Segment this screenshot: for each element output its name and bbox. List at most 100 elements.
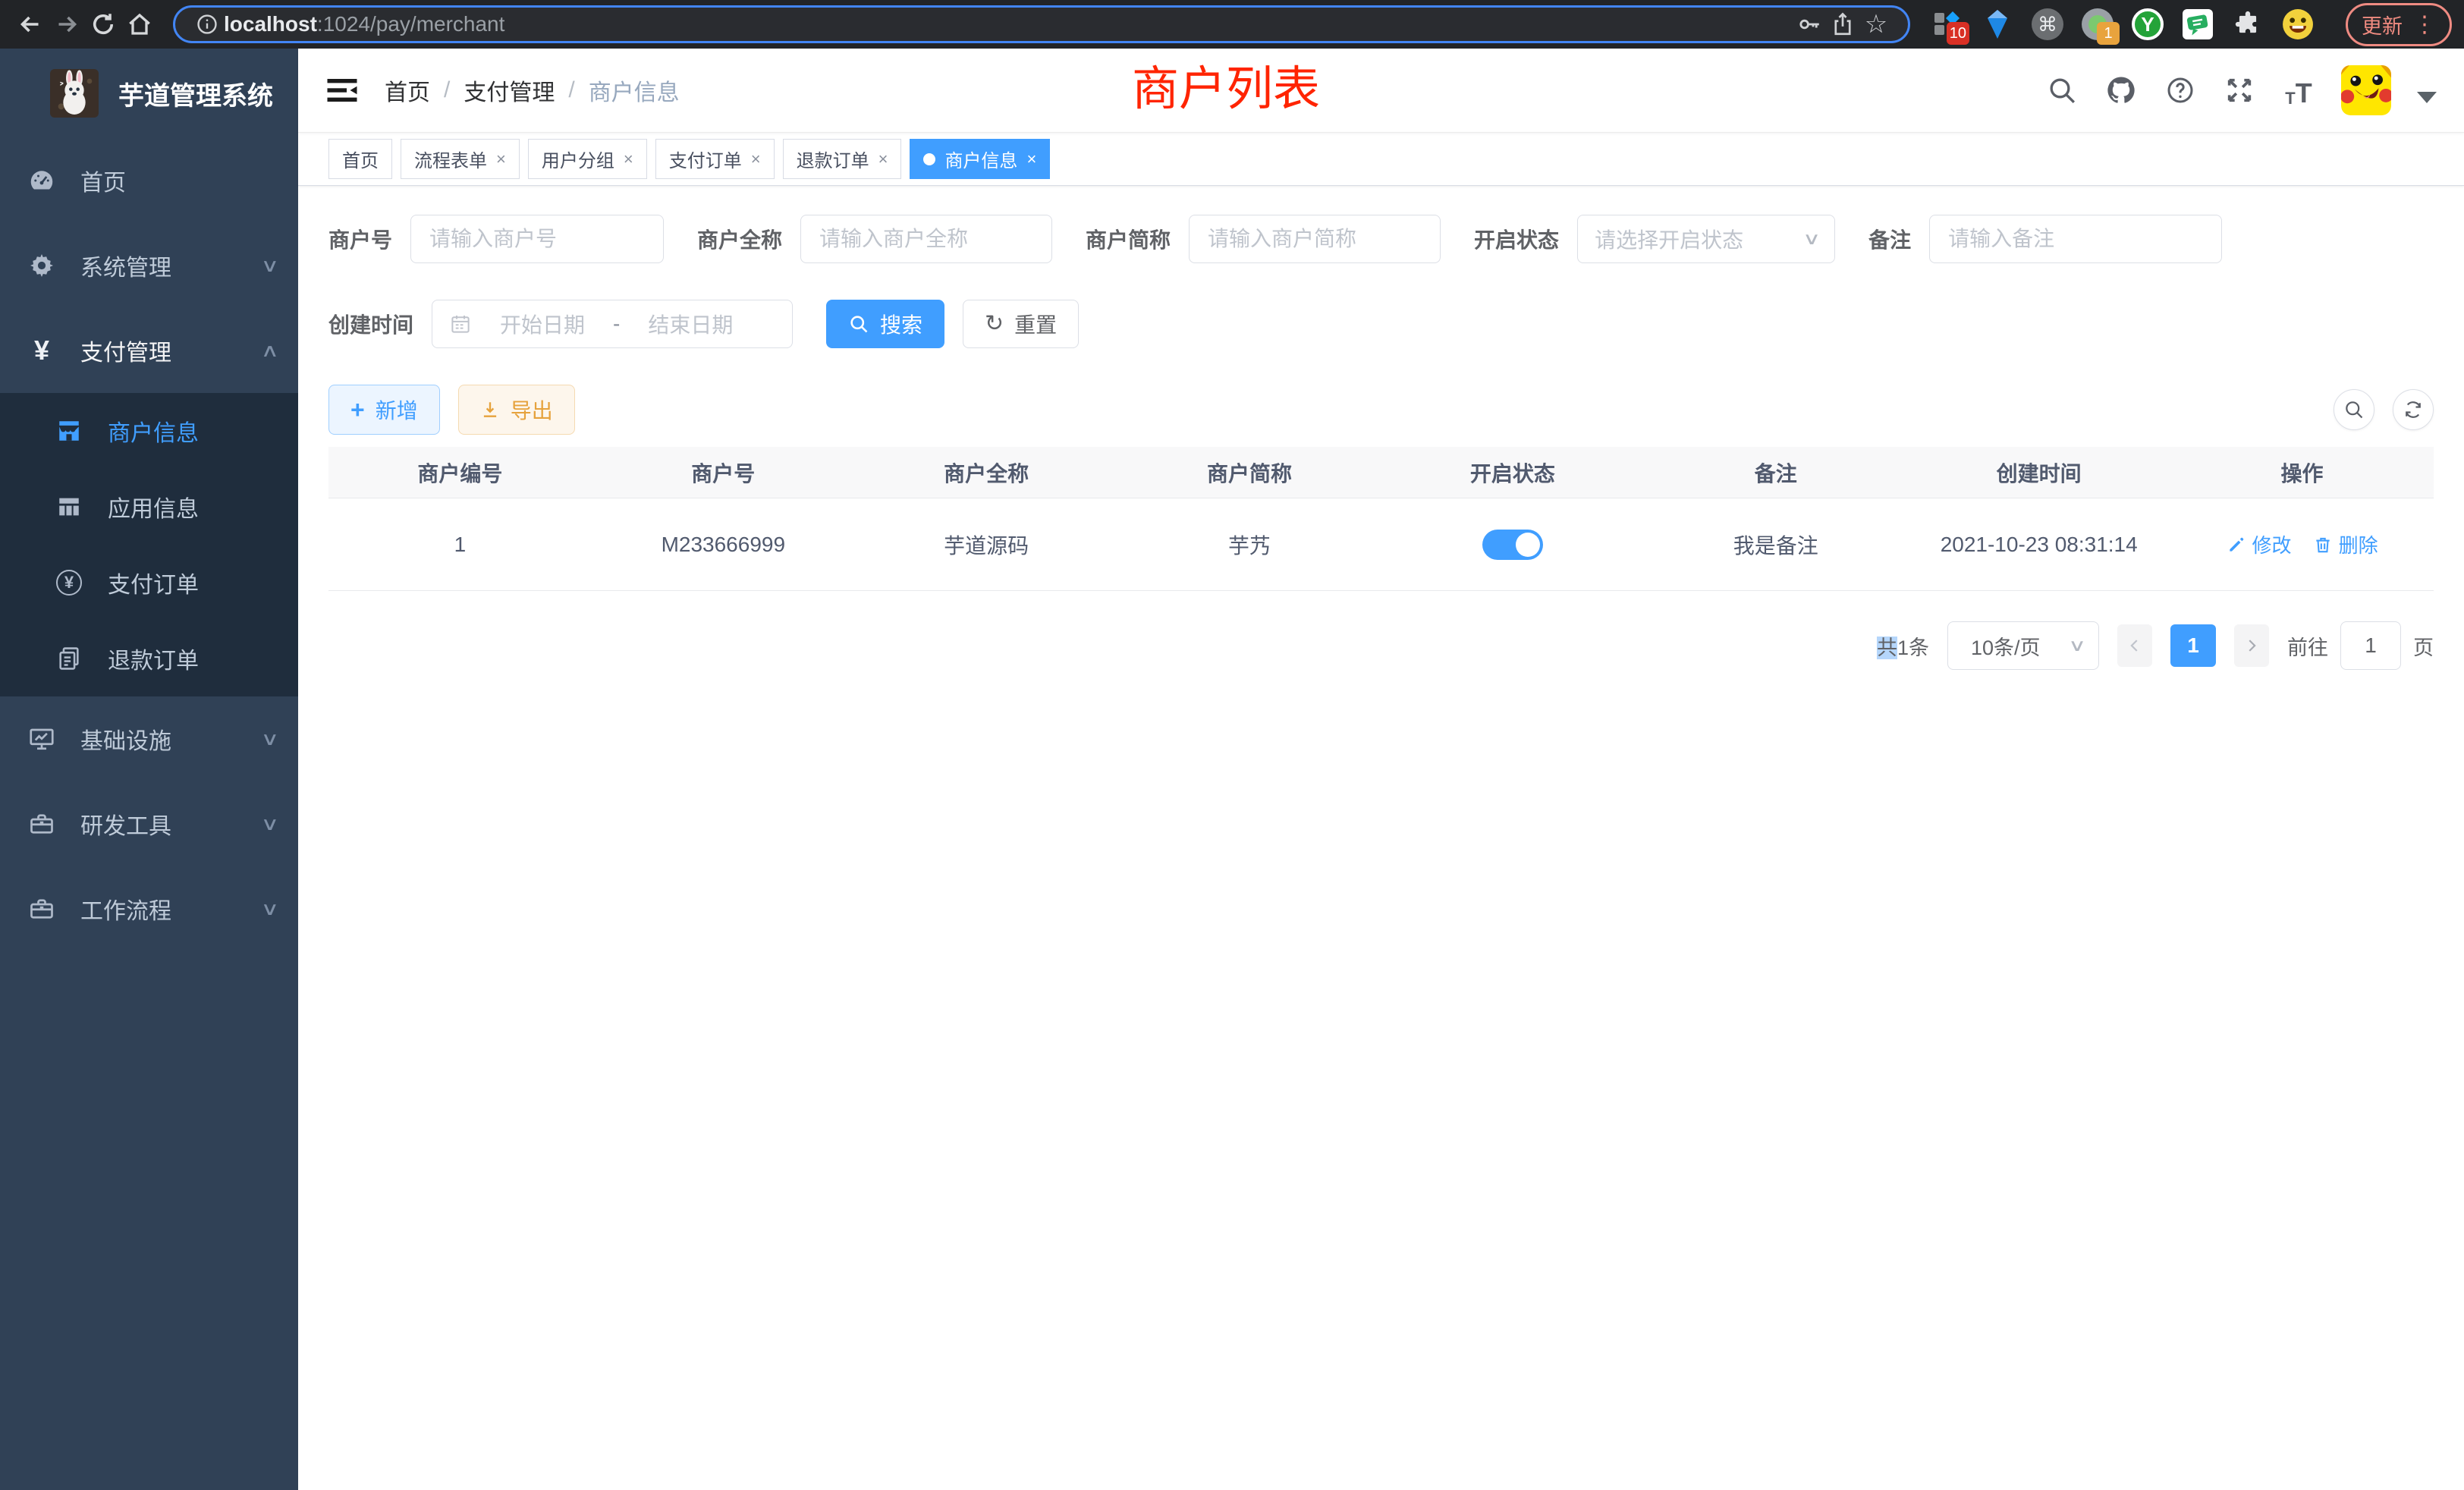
create-time-range-picker[interactable]: 开始日期 - 结束日期 xyxy=(432,300,793,348)
sidebar: 芋道管理系统 首页 系统管理 ∨ ¥ 支付管理 ∧ xyxy=(0,49,298,1490)
extension-recorder-icon[interactable]: 1 xyxy=(2082,8,2114,40)
extension-gem-icon[interactable] xyxy=(1982,8,2013,40)
remark-input[interactable] xyxy=(1947,226,2205,252)
extension-y-icon[interactable]: Y xyxy=(2132,8,2164,40)
breadcrumb-current: 商户信息 xyxy=(589,74,680,107)
page-size-select[interactable]: 10条/页 ∨ xyxy=(1947,621,2099,670)
sidebar-item-home[interactable]: 首页 xyxy=(0,138,298,223)
sidebar-collapse-icon[interactable] xyxy=(325,74,359,107)
store-icon xyxy=(56,418,82,444)
address-bar[interactable]: localhost:1024/pay/merchant ☆ xyxy=(173,5,1910,43)
bookmark-star-icon[interactable]: ☆ xyxy=(1859,8,1893,41)
sidebar-item-pay[interactable]: ¥ 支付管理 ∧ xyxy=(0,308,298,393)
status-select[interactable]: 请选择开启状态 ∨ xyxy=(1577,215,1835,263)
reset-button[interactable]: ↻ 重置 xyxy=(963,300,1079,348)
cell-merchant-fullname: 芋道源码 xyxy=(855,530,1118,560)
toggle-search-icon-button[interactable] xyxy=(2334,389,2374,430)
sidebar-item-infra[interactable]: 基础设施 ∨ xyxy=(0,696,298,781)
chevron-down-icon: ∨ xyxy=(261,728,280,750)
extension-tiles-icon[interactable]: 10 xyxy=(1931,8,1963,40)
profile-smiley-avatar[interactable] xyxy=(2282,8,2314,40)
goto-page-input[interactable] xyxy=(2340,621,2401,670)
fullscreen-icon[interactable] xyxy=(2223,74,2256,107)
merchant-fullname-input[interactable] xyxy=(818,226,1035,252)
next-page-button[interactable] xyxy=(2234,624,2269,667)
breadcrumb: 首页 / 支付管理 / 商户信息 xyxy=(385,74,680,107)
calendar-icon xyxy=(449,313,472,335)
logo-rabbit-image xyxy=(50,69,99,118)
password-key-icon[interactable] xyxy=(1793,8,1826,41)
chevron-down-icon: ∨ xyxy=(2068,636,2086,655)
table-row: 1 M233666999 芋道源码 芋艿 我是备注 2021-10-23 08:… xyxy=(328,498,2434,591)
browser-reload-icon[interactable] xyxy=(85,6,121,42)
chevron-up-icon: ∧ xyxy=(261,340,280,362)
add-button[interactable]: + 新增 xyxy=(328,385,440,435)
chrome-update-button[interactable]: 更新 ⋮ xyxy=(2346,3,2452,46)
extension-command-icon[interactable]: ⌘ xyxy=(2032,8,2063,40)
cell-merchant-shortname: 芋艿 xyxy=(1118,530,1381,560)
search-button[interactable]: 搜索 xyxy=(826,300,944,348)
search-form-row-1: 商户号 商户全称 商户简称 开启状态 请选择开启状态 xyxy=(328,215,2434,263)
tab-process-form[interactable]: 流程表单 × xyxy=(401,139,520,179)
close-icon[interactable]: × xyxy=(624,149,633,169)
close-icon[interactable]: × xyxy=(1026,149,1036,169)
tab-user-group[interactable]: 用户分组 × xyxy=(528,139,647,179)
user-avatar[interactable] xyxy=(2341,65,2391,115)
browser-toolbar: localhost:1024/pay/merchant ☆ 10 ⌘ xyxy=(0,0,2464,49)
dashboard-icon xyxy=(27,166,56,195)
font-size-icon[interactable]: TT xyxy=(2282,74,2315,107)
tab-home[interactable]: 首页 xyxy=(328,139,392,179)
help-icon[interactable] xyxy=(2164,74,2197,107)
app-title: 芋道管理系统 xyxy=(118,75,273,112)
page-number-1[interactable]: 1 xyxy=(2170,624,2216,667)
tab-pay-order[interactable]: 支付订单 × xyxy=(655,139,775,179)
search-icon[interactable] xyxy=(2045,74,2079,107)
pay-submenu: 商户信息 应用信息 ¥ 支付订单 xyxy=(0,393,298,696)
close-icon[interactable]: × xyxy=(496,149,506,169)
breadcrumb-separator: / xyxy=(444,77,450,103)
chrome-menu-kebab-icon[interactable]: ⋮ xyxy=(2413,11,2436,38)
sidebar-item-refund-order[interactable]: 退款订单 xyxy=(0,621,298,696)
table-toolbar: + 新增 导出 xyxy=(328,385,2434,435)
close-icon[interactable]: × xyxy=(751,149,761,169)
sidebar-item-workflow[interactable]: 工作流程 ∨ xyxy=(0,866,298,951)
tab-refund-order[interactable]: 退款订单 × xyxy=(783,139,902,179)
cell-actions: 修改 删除 xyxy=(2170,530,2434,558)
status-toggle[interactable] xyxy=(1482,530,1543,560)
sidebar-item-system[interactable]: 系统管理 ∨ xyxy=(0,223,298,308)
field-status: 开启状态 请选择开启状态 ∨ xyxy=(1474,215,1835,263)
start-date-placeholder[interactable]: 开始日期 xyxy=(486,309,599,339)
extension-chat-icon[interactable] xyxy=(2182,8,2214,40)
browser-back-icon[interactable] xyxy=(12,6,49,42)
extensions-puzzle-icon[interactable] xyxy=(2232,8,2264,40)
table-toolbar-right xyxy=(2334,389,2434,430)
breadcrumb-home[interactable]: 首页 xyxy=(385,74,430,107)
refresh-table-icon-button[interactable] xyxy=(2393,389,2434,430)
browser-forward-icon[interactable] xyxy=(49,6,85,42)
export-button[interactable]: 导出 xyxy=(458,385,575,435)
sidebar-item-app-info[interactable]: 应用信息 xyxy=(0,469,298,545)
share-icon[interactable] xyxy=(1826,8,1859,41)
edit-link[interactable]: 修改 xyxy=(2227,530,2292,558)
github-icon[interactable] xyxy=(2104,74,2138,107)
sidebar-item-merchant-info[interactable]: 商户信息 xyxy=(0,393,298,469)
tab-merchant-info[interactable]: 商户信息 × xyxy=(910,139,1050,179)
prev-page-button[interactable] xyxy=(2117,624,2152,667)
sidebar-logo[interactable]: 芋道管理系统 xyxy=(0,49,298,138)
sidebar-item-dev-tools[interactable]: 研发工具 ∨ xyxy=(0,781,298,866)
delete-link[interactable]: 删除 xyxy=(2313,530,2378,558)
merchant-no-input[interactable] xyxy=(428,226,646,252)
site-info-icon[interactable] xyxy=(190,8,224,41)
close-icon[interactable]: × xyxy=(878,149,888,169)
refresh-icon: ↻ xyxy=(985,313,1004,335)
merchant-shortname-input[interactable] xyxy=(1206,226,1423,252)
browser-home-icon[interactable] xyxy=(121,6,158,42)
gear-icon xyxy=(27,251,56,280)
end-date-placeholder[interactable]: 结束日期 xyxy=(633,309,747,339)
cell-remark: 我是备注 xyxy=(1644,530,1907,560)
breadcrumb-pay[interactable]: 支付管理 xyxy=(464,74,555,107)
sidebar-item-pay-order[interactable]: ¥ 支付订单 xyxy=(0,545,298,621)
avatar-caret-down-icon[interactable] xyxy=(2417,92,2437,103)
url-path: :1024/pay/merchant xyxy=(317,12,505,36)
screen: localhost:1024/pay/merchant ☆ 10 ⌘ xyxy=(0,0,2464,1490)
